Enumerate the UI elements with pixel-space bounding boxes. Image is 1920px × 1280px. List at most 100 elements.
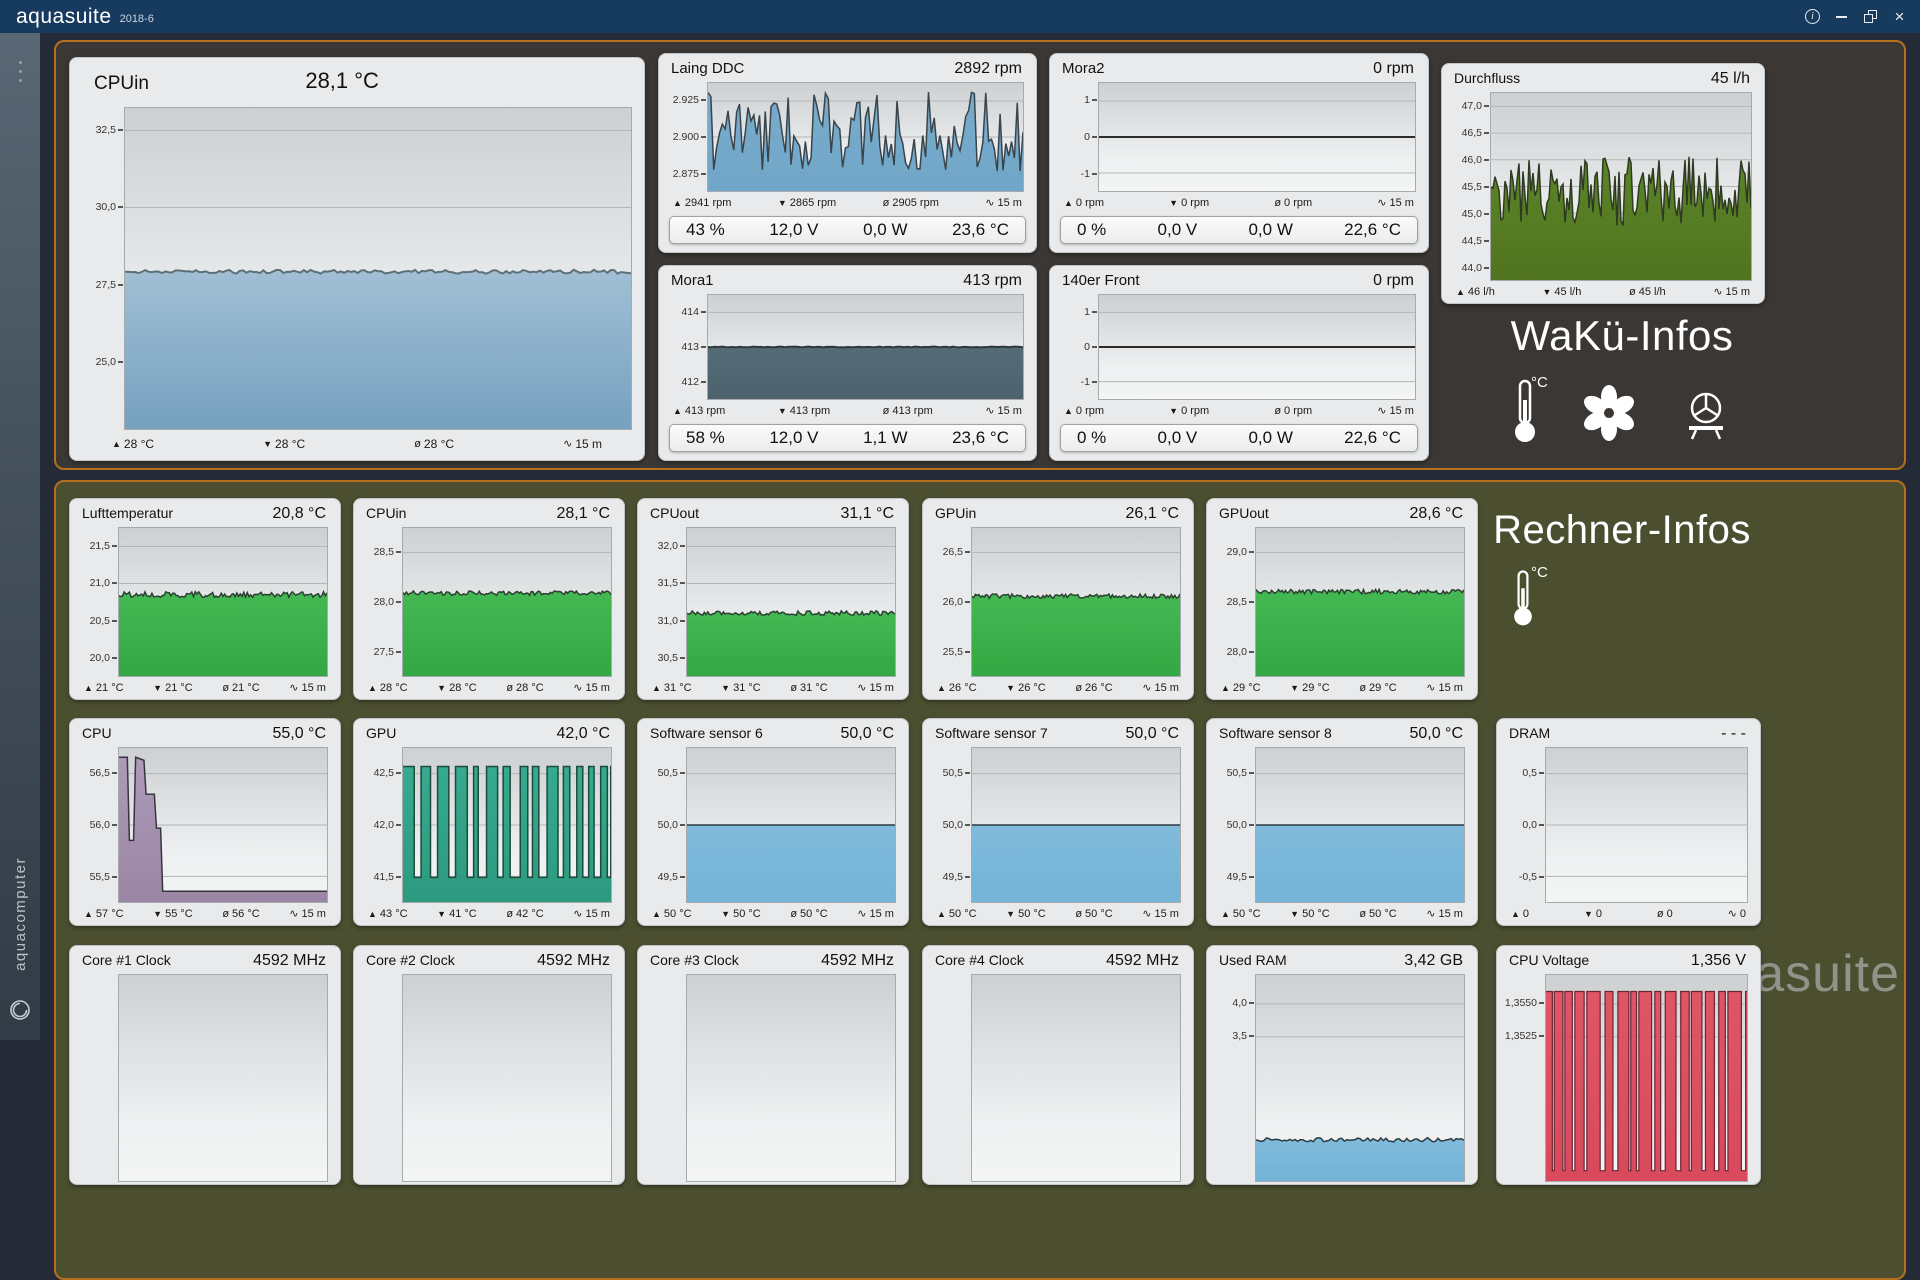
tick-mark [701,311,706,313]
avg-value: 28 °C [516,682,544,694]
tick-mark [1539,1002,1544,1004]
stat-time: ∿15 m [985,197,1022,209]
min-value: 26 °C [1018,682,1046,694]
panel-gpuout: GPUout 28,6 °C 29,028,528,0 ▲29 °C ▼29 °… [1206,498,1478,700]
y-tick-label: 4,0 [1232,997,1247,1009]
stat-min: ▼31 °C [721,682,761,694]
restore-button[interactable] [1856,0,1885,33]
y-tick-label: -1 [1081,168,1090,180]
stat-value: 0,0 V [1158,428,1198,448]
chart-stats: ▲57 °C ▼55 °C ø56 °C ∿15 m [70,905,340,925]
time-icon: ∿ [289,909,298,920]
y-tick-label: 56,5 [90,767,110,779]
chart-svg [403,975,611,1181]
stat-max: ▲29 °C [1221,682,1261,694]
panel-chart [354,971,624,1184]
chart-y-axis [925,974,971,1182]
panel-header: CPUout 31,1 °C [638,499,908,524]
grip-dots-icon [19,61,22,82]
time-value: 15 m [302,682,326,694]
chart-y-axis: 50,550,049,5 [640,747,686,903]
avg-value: 50 °C [800,908,828,920]
panel-title: Core #1 Clock [82,952,171,968]
stat-min: ▼413 rpm [778,405,830,417]
y-tick-label: 31,5 [658,577,678,589]
chart-svg [125,108,631,429]
info-button[interactable]: i [1798,0,1827,33]
min-value: 50 °C [1018,908,1046,920]
avg-value: 45 l/h [1639,286,1666,298]
tick-mark [965,551,970,553]
stat-value: 43 % [686,220,725,240]
stat-avg: ø0 [1657,908,1673,920]
panel-gpu: GPU 42,0 °C 42,542,041,5 ▲43 °C ▼41 °C ø… [353,718,625,926]
tick-mark [1249,601,1254,603]
panel-value: 3,42 GB [1404,952,1463,970]
stat-avg: ø0 rpm [1274,197,1312,209]
sidebar-menu[interactable]: aquacomputer [0,33,40,1040]
tick-mark [396,551,401,553]
avg-value: 0 rpm [1284,197,1312,209]
time-icon: ∿ [1142,909,1151,920]
panel-chart: 10-1 [1050,79,1428,194]
y-tick-label: 20,0 [90,652,110,664]
stat-max: ▲46 l/h [1456,286,1495,298]
time-icon: ∿ [857,683,866,694]
y-tick-label: 46,5 [1462,127,1482,139]
max-icon: ▲ [1064,407,1073,416]
panel-title: Mora2 [1062,60,1105,77]
tick-mark [1092,311,1097,313]
max-value: 50 °C [1233,908,1261,920]
panel-value: 31,1 °C [840,505,894,523]
sensor-stats-row: 58 %12,0 V1,1 W23,6 °C [669,424,1026,452]
chart-y-axis: 50,550,049,5 [1209,747,1255,903]
stat-min: ▼29 °C [1290,682,1330,694]
min-value: 45 l/h [1554,286,1581,298]
chart-plot [1255,974,1465,1182]
chart-y-axis: 29,028,528,0 [1209,527,1255,677]
stat-time: ∿15 m [857,682,894,694]
close-button[interactable]: × [1885,0,1914,33]
chart-y-axis: 32,031,531,030,5 [640,527,686,677]
stat-min: ▼50 °C [1006,908,1046,920]
min-icon: ▼ [778,199,787,208]
chart-plot [707,294,1024,400]
max-value: 413 rpm [685,405,725,417]
avg-value: 42 °C [516,908,544,920]
stat-min: ▼55 °C [153,908,193,920]
y-tick-label: 21,0 [90,577,110,589]
aquacomputer-logo-icon[interactable] [9,999,31,1026]
time-value: 15 m [870,908,894,920]
y-tick-label: 30,5 [658,652,678,664]
max-value: 0 [1523,908,1529,920]
minimize-button[interactable] [1827,0,1856,33]
tick-mark [1249,876,1254,878]
min-value: 21 °C [165,682,193,694]
min-icon: ▼ [263,440,272,449]
stat-min: ▼26 °C [1006,682,1046,694]
panel-value: 1,356 V [1691,952,1746,970]
panel-title: GPU [366,725,396,741]
tick-mark [1539,876,1544,878]
panel-chart: 50,550,049,5 [923,744,1193,905]
chart-svg [119,528,327,676]
chart-stats: ▲50 °C ▼50 °C ø50 °C ∿15 m [638,905,908,925]
panel-chart: 32,031,531,030,5 [638,524,908,679]
chart-svg [119,975,327,1181]
tick-mark [965,651,970,653]
panel-value: 50,0 °C [1125,725,1179,743]
rechner-section-icons: °C [1508,568,1538,633]
tick-mark [1484,159,1489,161]
stat-value: 23,6 °C [952,220,1009,240]
stat-value: 23,6 °C [952,428,1009,448]
stat-avg: ø21 °C [222,682,259,694]
y-tick-label: 0 [1084,131,1090,143]
chart-plot [118,747,328,903]
panel-value: 55,0 °C [272,725,326,743]
panel-header: CPU Voltage 1,356 V [1497,946,1760,971]
time-value: 15 m [998,197,1022,209]
panel-header: Mora1 413 rpm [659,266,1036,291]
tick-mark [112,876,117,878]
panel-header: Core #4 Clock 4592 MHz [923,946,1193,971]
max-icon: ▲ [368,684,377,693]
